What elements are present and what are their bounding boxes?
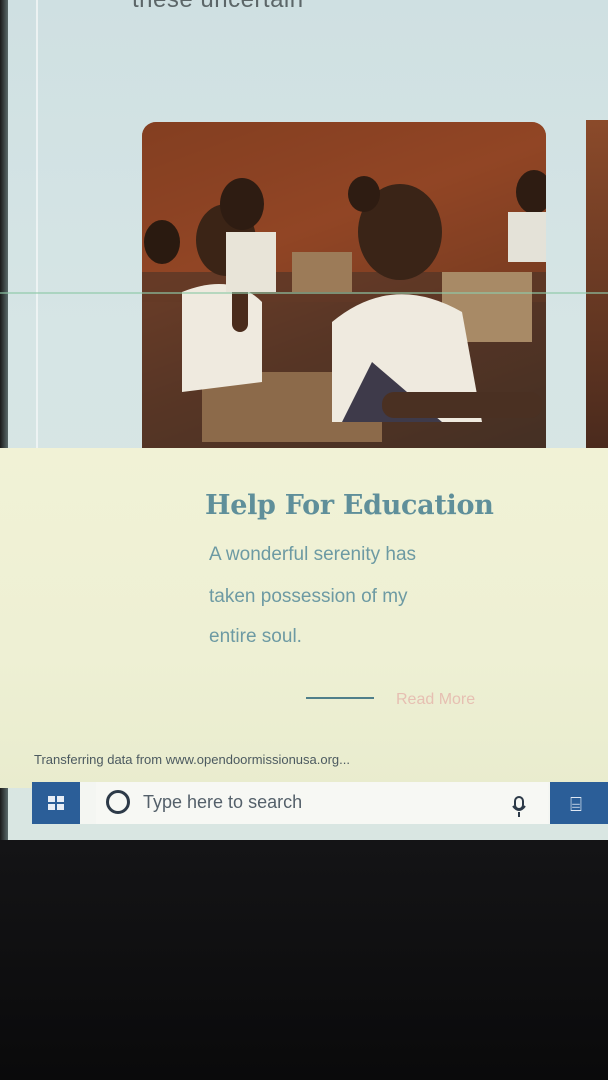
card-title[interactable]: Help For Education (205, 490, 494, 521)
page-divider-vertical (36, 0, 38, 450)
card-text-line-3: entire soul. (209, 626, 302, 647)
education-photo (142, 122, 546, 448)
cortana-ring-icon[interactable] (106, 790, 130, 814)
start-button[interactable] (32, 782, 80, 824)
next-card-edge (586, 120, 608, 450)
card-text-line-2: taken possession of my (209, 586, 408, 607)
classroom-image (142, 122, 546, 448)
windows-logo-icon (48, 796, 64, 810)
task-view-icon: ⌸ (570, 794, 582, 816)
monitor-bezel (0, 840, 608, 1080)
browser-status-text: Transferring data from www.opendoormissi… (34, 752, 350, 767)
microphone-icon[interactable] (512, 796, 526, 818)
read-more-link[interactable]: Read More (396, 691, 475, 709)
partial-paragraph-text: these uncertain (132, 0, 304, 14)
read-more-rule (306, 697, 374, 699)
page-divider-horizontal (0, 292, 608, 294)
taskbar-search-input[interactable]: Type here to search (143, 792, 302, 813)
browser-viewport: these uncertain H (0, 0, 608, 840)
card-text-line-1: A wonderful serenity has (209, 544, 417, 565)
